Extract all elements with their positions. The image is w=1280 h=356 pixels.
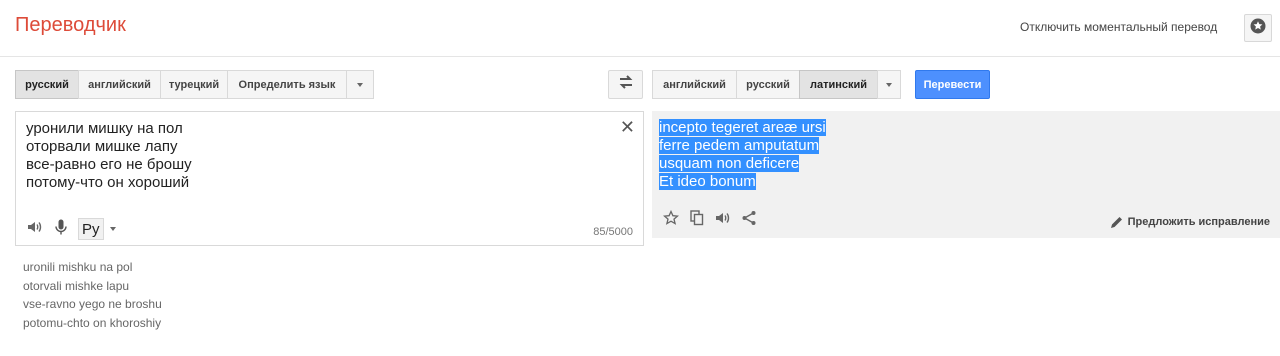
input-method-label: Ру [82,220,100,238]
star-outline-icon [662,209,680,231]
chevron-down-icon [357,82,363,87]
transliteration-line: potomu-chto on khoroshiy [23,315,162,330]
star-icon [1250,18,1266,39]
source-toolbar: Ру [26,218,116,240]
character-count: 85/5000 [593,226,633,238]
swap-languages-button[interactable] [608,70,643,99]
source-language-bar: русский английский турецкий Определить я… [15,70,374,99]
copy-icon [690,209,704,231]
microphone-icon [55,219,67,240]
copy-translation-button[interactable] [688,209,706,231]
phrasebook-button[interactable] [1244,14,1272,42]
source-lang-dropdown[interactable] [346,70,374,99]
input-method-button[interactable]: Ру [78,218,104,240]
listen-source-button[interactable] [26,220,44,238]
instant-translate-toggle[interactable]: Отключить моментальный перевод [1020,20,1217,34]
chevron-down-icon[interactable] [109,227,116,231]
translation-text[interactable]: incepto tegeret areæ ursi ferre pedem am… [659,119,826,191]
close-icon: ✕ [619,117,635,137]
detect-language-button[interactable]: Определить язык [227,70,347,99]
translate-button[interactable]: Перевести [915,70,990,99]
transliteration-line: otorvali mishke lapu [23,278,130,293]
header-bar: Переводчик Отключить моментальный перево… [0,0,1280,57]
swap-icon [617,75,635,94]
voice-input-button[interactable] [52,219,70,240]
translation-line: ferre pedem amputatum [659,137,820,154]
save-translation-button[interactable] [662,209,680,231]
translation-line: incepto tegeret areæ ursi [659,119,826,136]
speaker-icon [27,220,43,239]
target-lang-dropdown[interactable] [877,70,901,99]
source-line: потому-что он хороший [26,174,190,191]
chevron-down-icon [886,82,892,87]
source-text-area[interactable]: уронили мишку на пол оторвали мишке лапу… [15,111,644,246]
source-text: уронили мишку на пол оторвали мишке лапу… [26,120,192,192]
share-translation-button[interactable] [740,210,758,231]
speaker-icon [715,211,731,230]
source-line: оторвали мишке лапу [26,138,178,155]
translation-result-area: incepto tegeret areæ ursi ferre pedem am… [652,111,1280,238]
source-line: все-равно его не брошу [26,156,192,173]
source-lang-turkish[interactable]: турецкий [160,70,228,99]
clear-source-button[interactable]: ✕ [620,118,635,136]
target-lang-latin[interactable]: латинский [799,70,878,99]
transliteration-line: vse-ravno yego ne broshu [23,297,162,311]
listen-translation-button[interactable] [714,211,732,229]
pencil-icon [1110,213,1124,231]
suggest-edit-button[interactable]: Предложить исправление [1110,213,1270,231]
transliteration: uronili mishku na pol otorvali mishke la… [23,258,162,332]
target-lang-russian[interactable]: русский [736,70,800,99]
page-title: Переводчик [15,14,126,36]
target-lang-english[interactable]: английский [652,70,737,99]
source-line: уронили мишку на пол [26,120,183,137]
source-lang-english[interactable]: английский [78,70,161,99]
target-language-bar: английский русский латинский [652,70,901,99]
suggest-edit-label: Предложить исправление [1127,216,1270,228]
share-icon [741,210,757,231]
transliteration-line: uronili mishku na pol [23,260,133,274]
source-lang-russian[interactable]: русский [15,70,79,99]
translation-line: usquam non deficere [659,155,800,172]
translation-toolbar [662,209,766,231]
translation-line: Et ideo bonum [659,173,756,190]
